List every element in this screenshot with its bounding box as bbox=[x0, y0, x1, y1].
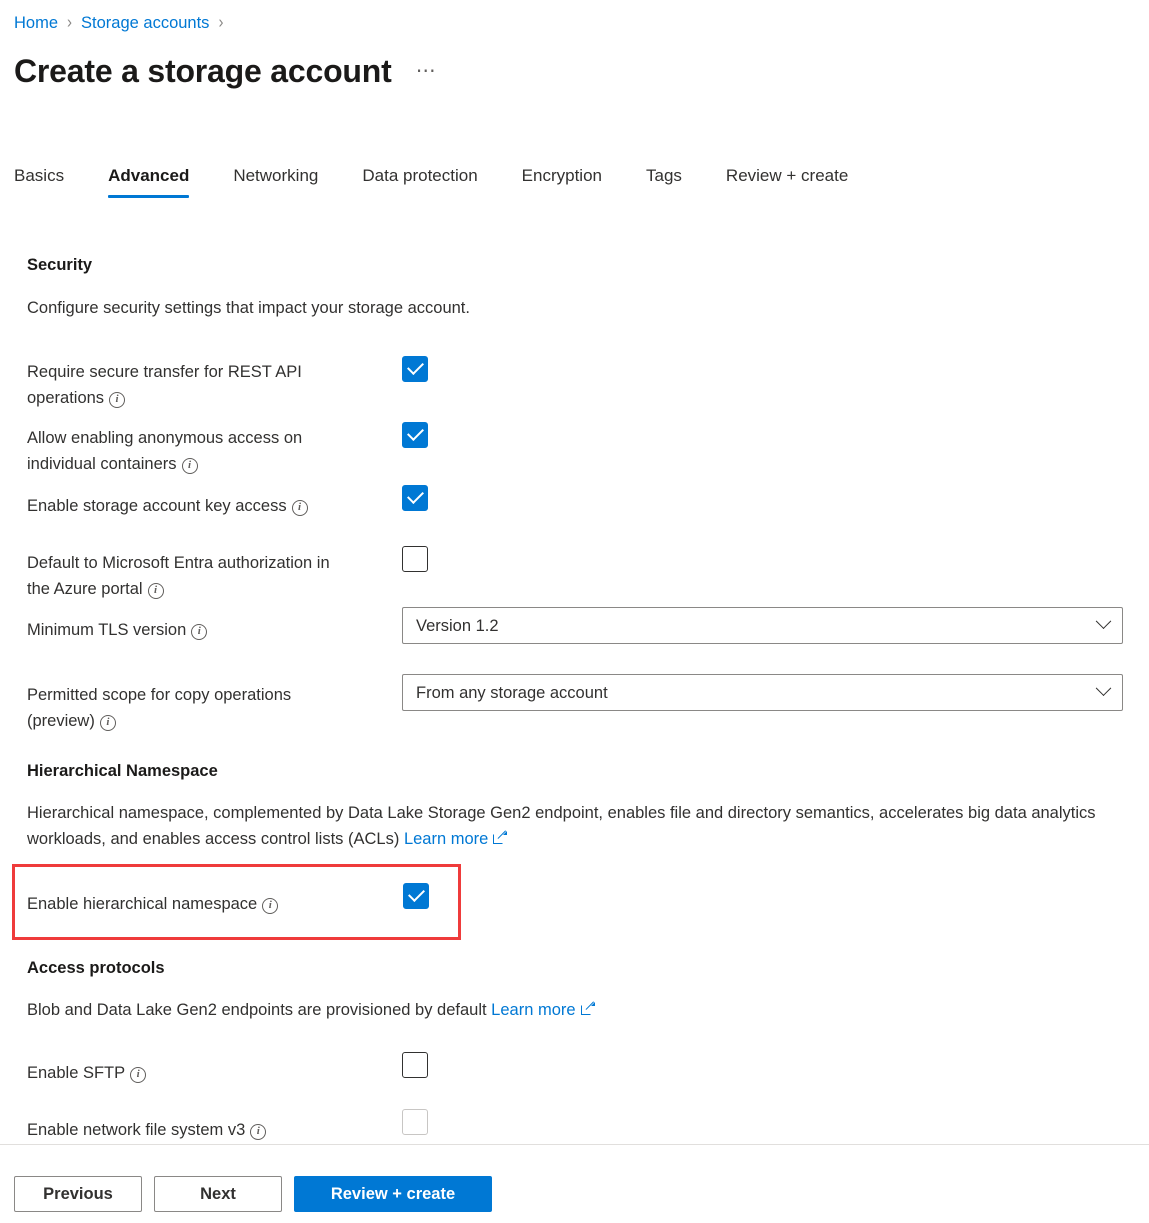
breadcrumb-separator-icon: › bbox=[218, 12, 224, 33]
create-storage-account-page: Home › Storage accounts › Create a stora… bbox=[0, 0, 1149, 1223]
label-default-entra-authorization: Default to Microsoft Entra authorization… bbox=[27, 550, 407, 602]
tab-label: Advanced bbox=[108, 166, 190, 185]
label-enable-sftp: Enable SFTP i bbox=[27, 1060, 397, 1086]
label-line-2: individual containers bbox=[27, 455, 177, 473]
tab-tags[interactable]: Tags bbox=[646, 160, 682, 202]
label-text: Minimum TLS version bbox=[27, 621, 187, 639]
wizard-tabs: Basics Advanced Networking Data protecti… bbox=[14, 160, 848, 202]
checkbox-require-secure-transfer[interactable] bbox=[402, 356, 428, 382]
label-enable-key-access: Enable storage account key access i bbox=[27, 493, 397, 519]
tab-encryption[interactable]: Encryption bbox=[522, 160, 602, 202]
label-line-1: Default to Microsoft Entra authorization… bbox=[27, 554, 330, 572]
more-options-icon[interactable]: ⋯ bbox=[416, 61, 437, 81]
label-line-2: operations bbox=[27, 389, 105, 407]
label-text: Enable SFTP bbox=[27, 1064, 126, 1082]
dropdown-value: From any storage account bbox=[416, 683, 608, 702]
hierarchical-namespace-learn-more-link[interactable]: Learn more bbox=[403, 830, 508, 848]
checkbox-default-entra-authorization[interactable] bbox=[402, 546, 428, 572]
hierarchical-namespace-heading: Hierarchical Namespace bbox=[27, 762, 218, 780]
tab-label: Tags bbox=[646, 166, 682, 185]
external-link-icon bbox=[493, 831, 508, 845]
wizard-footer: Previous Next Review + create bbox=[14, 1176, 492, 1212]
footer-divider bbox=[0, 1144, 1149, 1145]
checkbox-enable-nfs-v3 bbox=[402, 1109, 428, 1135]
link-label: Learn more bbox=[403, 830, 489, 848]
page-title-row: Create a storage account ⋯ bbox=[14, 50, 437, 92]
label-enable-hierarchical-namespace: Enable hierarchical namespace i bbox=[27, 891, 397, 917]
checkbox-enable-sftp[interactable] bbox=[402, 1052, 428, 1078]
info-icon[interactable]: i bbox=[109, 392, 126, 408]
external-link-icon bbox=[580, 1002, 595, 1016]
security-section-description: Configure security settings that impact … bbox=[27, 299, 470, 317]
dropdown-minimum-tls-version[interactable]: Version 1.2 bbox=[402, 607, 1123, 644]
tab-label: Basics bbox=[14, 166, 65, 185]
breadcrumb-item-home[interactable]: Home bbox=[14, 12, 58, 34]
tab-data-protection[interactable]: Data protection bbox=[362, 160, 477, 202]
tab-review-create[interactable]: Review + create bbox=[726, 160, 848, 202]
tab-label: Encryption bbox=[521, 166, 602, 185]
review-create-button[interactable]: Review + create bbox=[294, 1176, 492, 1212]
tab-label: Data protection bbox=[362, 166, 478, 185]
label-line-1: Permitted scope for copy operations bbox=[27, 686, 292, 704]
breadcrumb-separator-icon: › bbox=[67, 12, 73, 33]
label-text: Enable network file system v3 bbox=[27, 1121, 246, 1139]
checkmark-icon bbox=[407, 358, 424, 375]
tab-label: Networking bbox=[233, 166, 319, 185]
label-line-1: Allow enabling anonymous access on bbox=[27, 429, 303, 447]
dropdown-value: Version 1.2 bbox=[416, 616, 499, 635]
chevron-down-icon bbox=[1084, 613, 1122, 631]
info-icon[interactable]: i bbox=[99, 715, 116, 731]
label-line-2: the Azure portal bbox=[27, 580, 143, 598]
checkbox-allow-anonymous-access[interactable] bbox=[402, 422, 428, 448]
hierarchical-namespace-description: Hierarchical namespace, complemented by … bbox=[27, 800, 1137, 852]
info-icon[interactable]: i bbox=[262, 898, 279, 914]
access-protocols-heading: Access protocols bbox=[27, 959, 165, 977]
next-button[interactable]: Next bbox=[154, 1176, 282, 1212]
tab-label: Review + create bbox=[725, 166, 849, 185]
chevron-down-icon bbox=[1084, 680, 1122, 698]
security-section-heading: Security bbox=[27, 256, 93, 274]
checkmark-icon bbox=[408, 885, 425, 902]
info-icon[interactable]: i bbox=[250, 1124, 267, 1140]
label-allow-anonymous-access: Allow enabling anonymous access on indiv… bbox=[27, 425, 397, 477]
access-protocols-description: Blob and Data Lake Gen2 endpoints are pr… bbox=[27, 997, 1137, 1023]
label-text: Enable storage account key access bbox=[27, 497, 287, 515]
dropdown-permitted-copy-scope[interactable]: From any storage account bbox=[402, 674, 1123, 711]
label-require-secure-transfer: Require secure transfer for REST API ope… bbox=[27, 359, 397, 411]
access-protocols-learn-more-link[interactable]: Learn more bbox=[491, 1001, 595, 1019]
tab-advanced[interactable]: Advanced bbox=[108, 160, 190, 202]
page-title: Create a storage account bbox=[14, 53, 392, 89]
description-text: Blob and Data Lake Gen2 endpoints are pr… bbox=[27, 1001, 487, 1019]
label-minimum-tls-version: Minimum TLS version i bbox=[27, 617, 397, 643]
info-icon[interactable]: i bbox=[130, 1067, 147, 1083]
description-line-1: Hierarchical namespace, complemented by … bbox=[27, 804, 964, 822]
label-text: Enable hierarchical namespace bbox=[27, 895, 258, 913]
info-icon[interactable]: i bbox=[181, 458, 198, 474]
label-enable-nfs-v3: Enable network file system v3 i bbox=[27, 1117, 427, 1143]
checkbox-enable-hierarchical-namespace[interactable] bbox=[403, 883, 429, 909]
breadcrumb: Home › Storage accounts › bbox=[14, 12, 223, 34]
checkmark-icon bbox=[407, 487, 424, 504]
checkmark-icon bbox=[407, 424, 424, 441]
info-icon[interactable]: i bbox=[147, 583, 164, 599]
label-line-2: (preview) bbox=[27, 712, 95, 730]
previous-button[interactable]: Previous bbox=[14, 1176, 142, 1212]
link-label: Learn more bbox=[491, 1001, 576, 1019]
label-line-1: Require secure transfer for REST API bbox=[27, 363, 302, 381]
info-icon[interactable]: i bbox=[291, 500, 308, 516]
tab-networking[interactable]: Networking bbox=[233, 160, 318, 202]
breadcrumb-item-storage-accounts[interactable]: Storage accounts bbox=[81, 12, 209, 34]
tab-basics[interactable]: Basics bbox=[14, 160, 64, 202]
info-icon[interactable]: i bbox=[191, 624, 208, 640]
label-permitted-copy-scope: Permitted scope for copy operations (pre… bbox=[27, 682, 397, 734]
checkbox-enable-key-access[interactable] bbox=[402, 485, 428, 511]
